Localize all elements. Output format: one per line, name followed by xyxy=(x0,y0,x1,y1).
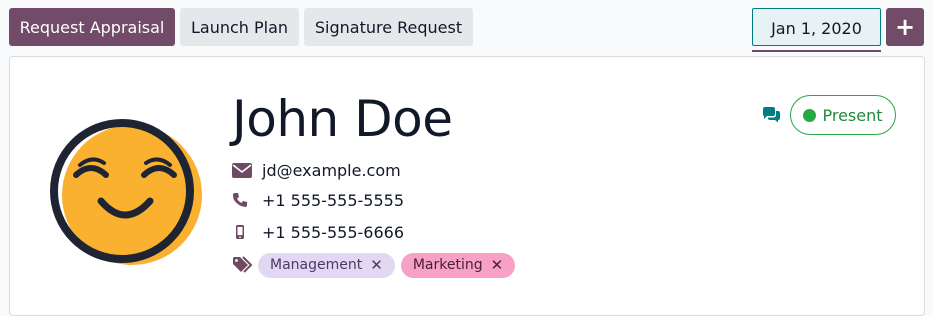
employee-name[interactable]: John Doe xyxy=(232,89,453,149)
chat-bubbles-icon[interactable] xyxy=(761,107,781,125)
phone-value[interactable]: +1 555-555-5555 xyxy=(262,191,404,210)
employee-card: John Doe jd@example.com +1 555-555-5555 … xyxy=(9,56,925,316)
smiley-face-icon xyxy=(46,117,206,277)
presence-dot xyxy=(803,108,817,122)
envelope-icon xyxy=(232,160,258,180)
add-button[interactable]: + xyxy=(886,8,924,46)
date-underline xyxy=(752,50,881,52)
date-button[interactable]: Jan 1, 2020 xyxy=(752,8,881,46)
tag-marketing[interactable]: Marketing ✕ xyxy=(400,252,516,278)
tag-management[interactable]: Management ✕ xyxy=(258,252,395,278)
remove-tag-icon[interactable]: ✕ xyxy=(370,256,383,274)
control-panel: Request Appraisal Launch Plan Signature … xyxy=(0,0,933,56)
signature-request-button[interactable]: Signature Request xyxy=(304,8,473,46)
launch-plan-button[interactable]: Launch Plan xyxy=(180,8,299,46)
tag-label: Marketing xyxy=(412,257,483,273)
phone-icon xyxy=(232,190,258,210)
phone-row: +1 555-555-5555 xyxy=(232,187,404,213)
email-row: jd@example.com xyxy=(232,157,401,183)
presence-label: Present xyxy=(822,105,883,125)
mobile-value[interactable]: +1 555-555-6666 xyxy=(262,223,404,242)
mobile-row: +1 555-555-6666 xyxy=(232,219,404,245)
tag-list: Management ✕ Marketing ✕ xyxy=(232,251,521,279)
presence-status-badge[interactable]: Present xyxy=(790,95,896,135)
tags-icon xyxy=(232,255,258,275)
remove-tag-icon[interactable]: ✕ xyxy=(491,256,504,274)
tag-label: Management xyxy=(270,257,363,273)
request-appraisal-button[interactable]: Request Appraisal xyxy=(9,8,175,46)
email-value[interactable]: jd@example.com xyxy=(262,161,401,180)
mobile-phone-icon xyxy=(232,222,258,242)
